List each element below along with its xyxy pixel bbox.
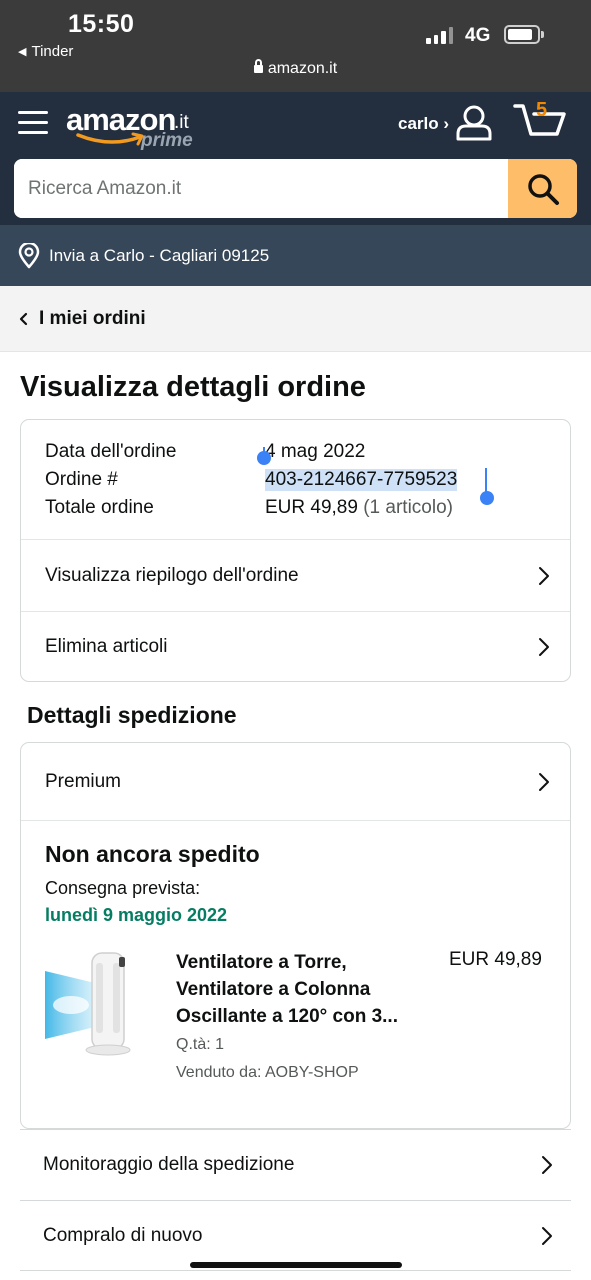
signal-icon: [426, 26, 453, 44]
deliver-to-bar[interactable]: Invia a Carlo - Cagliari 09125: [0, 225, 591, 286]
url-text: amazon.it: [267, 60, 338, 77]
eta-date: lunedì 9 maggio 2022: [45, 905, 228, 925]
shipment-actions: Monitoraggio della spedizione Compralo d…: [20, 1129, 571, 1271]
order-total-value: EUR 49,89: [265, 497, 358, 518]
product-title-line: Ventilatore a Colonna: [176, 979, 371, 1000]
shipping-method-link[interactable]: Premium: [21, 743, 570, 820]
order-summary-block: Data dell'ordine 4 mag 2022 Ordine # 403…: [21, 420, 570, 540]
order-total-label: Totale ordine: [45, 497, 154, 518]
eta-label: Consegna prevista:: [45, 878, 201, 898]
breadcrumb-label: I miei ordini: [39, 307, 146, 329]
product-quantity: Q.tà: 1: [176, 1036, 225, 1053]
user-icon[interactable]: [455, 104, 493, 142]
back-triangle-icon: ◀: [18, 46, 27, 58]
location-pin-icon: [18, 242, 40, 268]
track-shipment-link[interactable]: Monitoraggio della spedizione: [20, 1129, 571, 1200]
buy-again-link[interactable]: Compralo di nuovo: [20, 1200, 571, 1271]
order-number-value[interactable]: 403-2124667-7759523: [265, 469, 458, 491]
network-type: 4G: [465, 25, 491, 46]
buy-again-label: Compralo di nuovo: [43, 1224, 203, 1246]
logo-prime: prime: [141, 130, 193, 151]
menu-icon[interactable]: [18, 109, 48, 135]
product-seller: Venduto da: AOBY-SHOP: [176, 1064, 359, 1081]
delete-items-label: Elimina articoli: [45, 636, 168, 657]
selection-end-knob[interactable]: [480, 491, 494, 505]
order-total-value-wrap: EUR 49,89 (1 articolo): [265, 497, 453, 519]
order-date-label: Data dell'ordine: [45, 441, 177, 462]
url-bar[interactable]: amazon.it: [0, 59, 591, 78]
view-order-summary-link[interactable]: Visualizza riepilogo dell'ordine: [21, 540, 570, 611]
back-app-label: Tinder: [31, 43, 74, 60]
search-icon: [527, 173, 559, 205]
lock-icon: [253, 59, 263, 73]
shipment-block: Non ancora spedito Consegna prevista: lu…: [21, 820, 570, 1128]
home-indicator[interactable]: [190, 1262, 402, 1268]
chevron-right-icon: [542, 1226, 552, 1245]
shipment-status: Non ancora spedito: [45, 841, 260, 867]
delete-items-link[interactable]: Elimina articoli: [21, 611, 570, 682]
order-item-count: (1 articolo): [363, 497, 453, 518]
deliver-to-text: Invia a Carlo - Cagliari 09125: [49, 245, 270, 265]
order-number-label: Ordine #: [45, 469, 118, 490]
view-order-summary-label: Visualizza riepilogo dell'ordine: [45, 564, 299, 586]
breadcrumb-my-orders[interactable]: I miei ordini: [0, 286, 591, 352]
shipping-card: Premium Non ancora spedito Consegna prev…: [20, 742, 571, 1129]
search-bar: [14, 159, 577, 218]
product-title-line: Oscillante a 120° con 3...: [176, 1006, 398, 1027]
account-link[interactable]: carlo ›: [398, 114, 449, 134]
product-image[interactable]: [43, 949, 155, 1059]
order-date-value: 4 mag 2022: [265, 441, 366, 462]
amazon-header: amazon .it prime carlo › 5: [0, 92, 591, 225]
chevron-right-icon: [539, 772, 549, 791]
chevron-right-icon: [539, 638, 549, 656]
battery-icon: [504, 25, 544, 44]
product-title-link[interactable]: Ventilatore a Torre, Ventilatore a Colon…: [176, 949, 426, 1030]
search-button[interactable]: [508, 159, 577, 218]
product-price: EUR 49,89: [449, 949, 542, 970]
shipping-section-title: Dettagli spedizione: [27, 702, 237, 728]
status-bar: 15:50 ◀ Tinder amazon.it 4G: [0, 0, 591, 92]
order-info-card: Data dell'ordine 4 mag 2022 Ordine # 403…: [20, 419, 571, 682]
cart-button[interactable]: 5: [512, 98, 568, 142]
cart-count: 5: [536, 99, 548, 121]
smile-arrow-icon: [76, 132, 144, 146]
track-shipment-label: Monitoraggio della spedizione: [43, 1154, 295, 1175]
selection-start-knob[interactable]: [257, 451, 271, 465]
chevron-right-icon: [542, 1156, 552, 1174]
search-input[interactable]: [14, 159, 508, 218]
clock: 15:50: [68, 10, 135, 38]
chevron-left-icon: [19, 312, 28, 325]
back-to-app-button[interactable]: ◀ Tinder: [18, 43, 73, 60]
page-title: Visualizza dettagli ordine: [20, 371, 366, 403]
amazon-prime-logo[interactable]: amazon .it prime: [66, 100, 206, 156]
product-title-line: Ventilatore a Torre,: [176, 952, 347, 973]
shipping-method-label: Premium: [45, 770, 122, 792]
chevron-right-icon: [539, 566, 549, 585]
